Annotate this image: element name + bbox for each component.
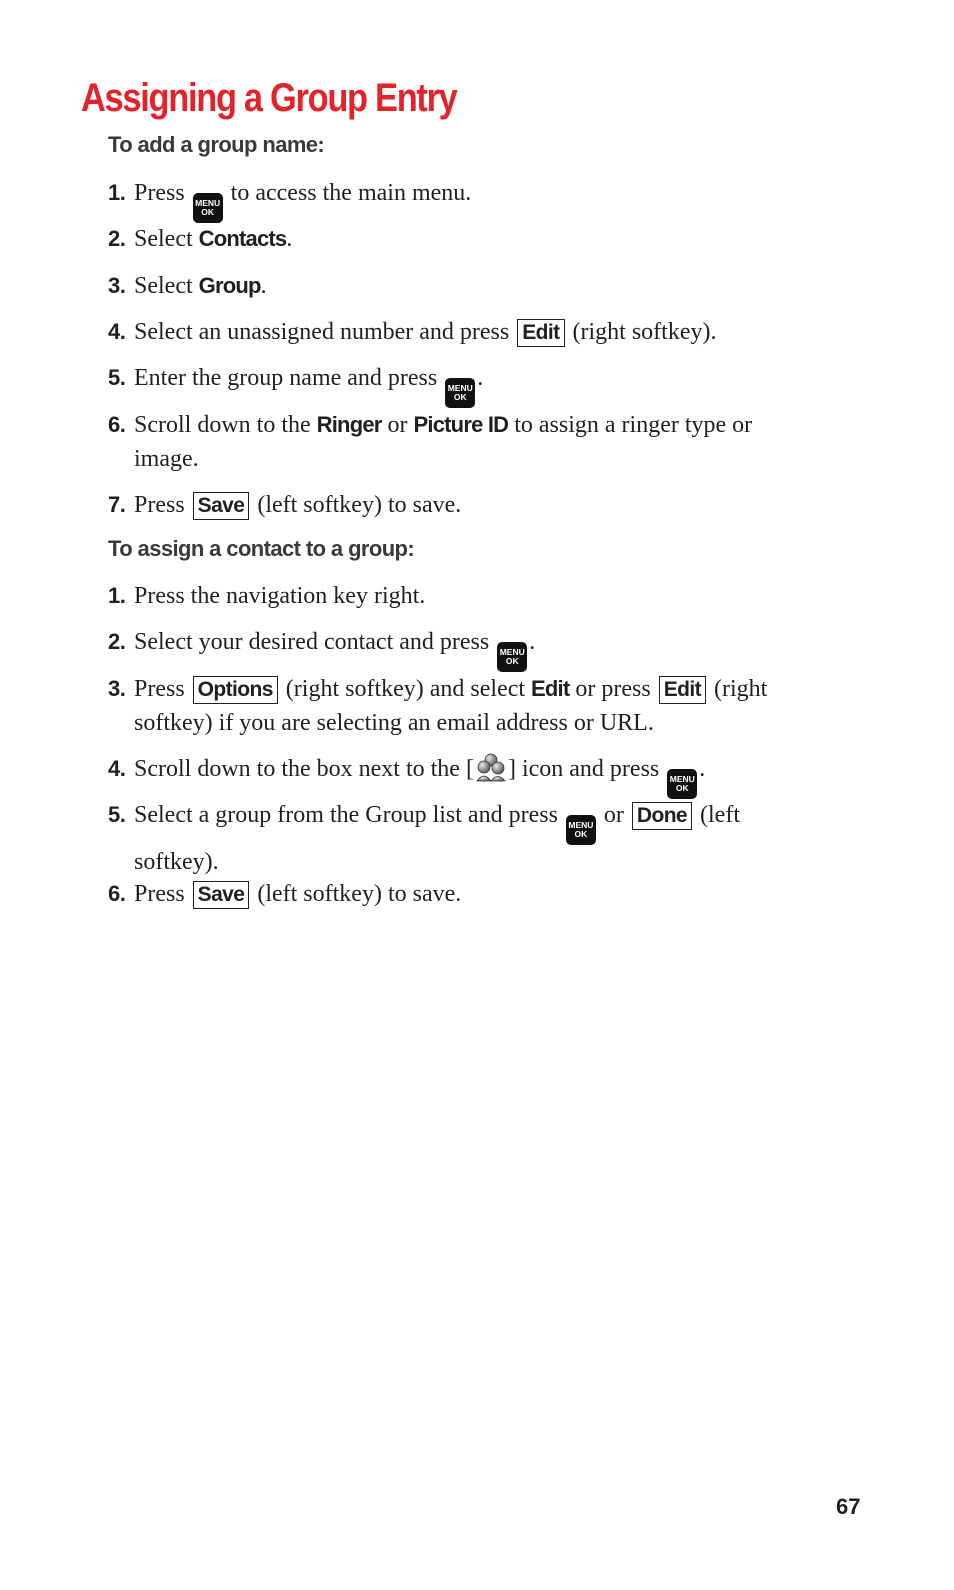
step-text: Enter the group name and press — [134, 365, 438, 391]
softkey-save: Save — [192, 881, 250, 909]
step-number: 6. — [108, 412, 126, 437]
step-number: 1. — [108, 180, 126, 205]
step-assign-3: 3. Press Options (right softkey) and sel… — [108, 672, 808, 740]
step-add-4: 4. Select an unassigned number and press… — [108, 315, 808, 349]
step-text: . — [260, 273, 267, 299]
menu-ok-key-icon: MENU OK — [565, 815, 596, 845]
step-text: or — [603, 802, 624, 828]
step-text: Scroll down to the — [134, 412, 311, 438]
step-number: 4. — [108, 319, 126, 344]
softkey-save: Save — [192, 492, 250, 520]
step-number: 1. — [108, 583, 126, 608]
softkey-options: Options — [192, 676, 278, 704]
menu-ok-key-icon: MENU OK — [497, 642, 528, 672]
step-assign-4: 4. Scroll down to the box next to the [ … — [108, 752, 808, 799]
step-text: . — [699, 756, 706, 782]
menu-term-picture-id: Picture ID — [413, 412, 510, 437]
section-heading-add-group: To add a group name: — [108, 132, 325, 157]
step-assign-5: 5. Select a group from the Group list an… — [108, 798, 808, 879]
step-text: Scroll down to the box next to the [ — [134, 756, 474, 782]
page-title: Assigning a Group Entry — [81, 76, 458, 120]
step-add-3: 3. Select Group. — [108, 269, 808, 303]
step-number: 4. — [108, 756, 126, 781]
step-text: (left softkey) to save. — [257, 492, 462, 518]
step-number: 3. — [108, 676, 126, 701]
step-add-6: 6. Scroll down to the Ringer or Picture … — [108, 408, 808, 476]
menu-term-edit: Edit — [531, 676, 570, 701]
step-number: 5. — [108, 365, 126, 390]
menu-term-contacts: Contacts — [198, 226, 288, 251]
step-text: or — [387, 412, 408, 438]
menu-ok-key-icon: MENU OK — [445, 378, 476, 408]
menu-ok-key-icon: MENU OK — [192, 193, 223, 223]
step-text: (right softkey) and select — [285, 676, 526, 702]
step-number: 6. — [108, 881, 126, 906]
step-text: . — [529, 629, 536, 655]
step-text: Select a group from the Group list and p… — [134, 802, 558, 828]
step-add-2: 2. Select Contacts. — [108, 222, 808, 256]
page-number: 67 — [836, 1494, 861, 1519]
step-text: Select — [134, 273, 193, 299]
step-number: 7. — [108, 492, 126, 517]
softkey-edit: Edit — [658, 676, 706, 704]
menu-ok-key-icon: MENU OK — [667, 769, 698, 799]
step-text: Press the navigation key right. — [134, 583, 426, 609]
step-add-5: 5. Enter the group name and press MENU OK… — [108, 361, 808, 408]
group-people-icon — [476, 753, 506, 782]
step-text: . — [477, 365, 484, 391]
step-number: 2. — [108, 226, 126, 251]
step-text: Press — [134, 180, 185, 206]
menu-term-ringer: Ringer — [316, 412, 383, 437]
step-text: Select your desired contact and press — [134, 629, 490, 655]
step-text: Press — [134, 881, 185, 907]
step-text: ] icon and press — [507, 756, 660, 782]
menu-term-group: Group — [198, 273, 262, 298]
step-text: (right softkey). — [572, 319, 717, 345]
step-number: 3. — [108, 273, 126, 298]
step-assign-1: 1. Press the navigation key right. — [108, 579, 808, 613]
step-text: to access the main menu. — [230, 180, 472, 206]
step-assign-6: 6. Press Save (left softkey) to save. — [108, 877, 808, 911]
step-text: or press — [575, 676, 651, 702]
softkey-edit: Edit — [517, 319, 565, 347]
step-text: Press — [134, 676, 185, 702]
step-number: 5. — [108, 802, 126, 827]
step-text: (left softkey) to save. — [257, 881, 462, 907]
section-heading-assign-contact: To assign a contact to a group: — [108, 536, 415, 561]
softkey-done: Done — [631, 802, 693, 830]
step-text: Press — [134, 492, 185, 518]
step-text: Select an unassigned number and press — [134, 319, 510, 345]
step-text: Select — [134, 226, 193, 252]
step-text: . — [286, 226, 293, 252]
step-add-7: 7. Press Save (left softkey) to save. — [108, 488, 808, 522]
step-assign-2: 2. Select your desired contact and press… — [108, 625, 808, 672]
step-add-1: 1. Press MENU OK to access the main menu. — [108, 176, 808, 223]
step-number: 2. — [108, 629, 126, 654]
